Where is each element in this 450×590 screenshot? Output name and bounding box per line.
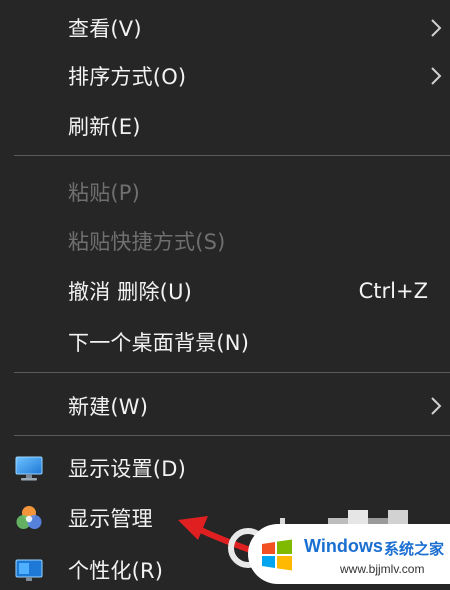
menu-item-shortcut: Ctrl+Z — [358, 279, 428, 303]
display-settings-icon — [15, 456, 43, 481]
menu-item-sort-by[interactable]: 排序方式(O) — [0, 56, 450, 96]
windows-logo-icon — [262, 539, 292, 571]
watermark-title: Windows — [304, 536, 383, 556]
personalize-icon — [15, 559, 43, 581]
menu-item-next-background[interactable]: 下一个桌面背景(N) — [0, 322, 450, 362]
site-watermark: Windows 系统之家 www.bjjmlv.com — [228, 510, 450, 584]
menu-item-label: 撤消 删除(U) — [68, 280, 193, 304]
menu-item-display-settings[interactable]: 显示设置(D) — [0, 448, 450, 488]
menu-item-undo-delete[interactable]: 撤消 删除(U) Ctrl+Z — [0, 271, 450, 311]
menu-item-view[interactable]: 查看(V) — [0, 8, 450, 48]
chevron-right-icon — [431, 67, 442, 85]
desktop-context-menu: 查看(V) 排序方式(O) 刷新(E) 粘贴(P) 粘贴快捷方式(S) 撤消 删… — [0, 0, 450, 584]
menu-separator — [14, 372, 450, 373]
menu-item-paste-shortcut: 粘贴快捷方式(S) — [0, 221, 450, 261]
display-manager-icon — [16, 506, 42, 529]
menu-item-label: 显示管理 — [68, 507, 153, 531]
chevron-right-icon — [431, 397, 442, 415]
menu-item-label: 显示设置(D) — [68, 457, 186, 481]
chevron-right-icon — [431, 19, 442, 37]
menu-item-label: 排序方式(O) — [68, 65, 187, 89]
menu-separator — [14, 435, 450, 436]
watermark-title-cn: 系统之家 — [384, 540, 445, 558]
watermark-card: Windows 系统之家 www.bjjmlv.com — [248, 524, 450, 584]
menu-item-label: 新建(W) — [68, 395, 149, 419]
menu-item-new[interactable]: 新建(W) — [0, 386, 450, 426]
menu-item-paste: 粘贴(P) — [0, 172, 450, 212]
menu-item-label: 粘贴(P) — [68, 181, 141, 205]
menu-item-label: 粘贴快捷方式(S) — [68, 230, 226, 254]
menu-item-label: 个性化(R) — [68, 559, 164, 583]
watermark-url: www.bjjmlv.com — [340, 562, 425, 576]
menu-separator — [14, 155, 450, 156]
menu-item-refresh[interactable]: 刷新(E) — [0, 106, 450, 146]
menu-item-label: 查看(V) — [68, 17, 142, 41]
menu-item-label: 刷新(E) — [68, 115, 141, 139]
menu-item-label: 下一个桌面背景(N) — [68, 331, 250, 355]
